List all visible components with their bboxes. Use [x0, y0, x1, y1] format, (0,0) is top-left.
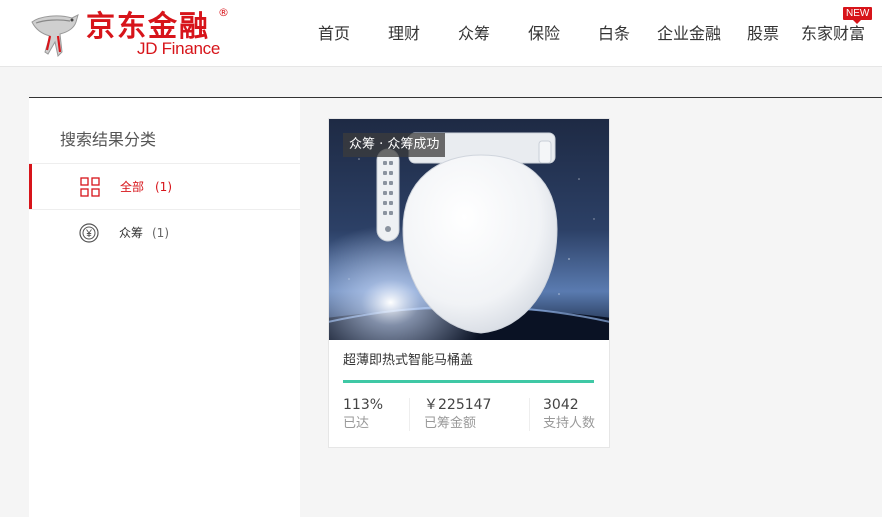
stat-value: 3042: [543, 397, 579, 413]
category-count: (1): [155, 180, 172, 194]
nav-item-stocks[interactable]: 股票: [747, 24, 779, 44]
stat-raised-amount: ￥225147 已筹金额: [424, 396, 491, 433]
stat-label: 已筹金额: [424, 416, 477, 431]
category-item-all[interactable]: 全部 (1): [29, 164, 300, 210]
project-title[interactable]: 超薄即热式智能马桶盖: [343, 352, 473, 370]
nav-item-crowdfunding[interactable]: 众筹: [458, 24, 490, 44]
stat-divider: [409, 398, 410, 431]
sidebar-title: 搜索结果分类: [60, 130, 157, 149]
stat-value: ￥225147: [424, 397, 492, 413]
nav-item-home[interactable]: 首页: [318, 24, 350, 44]
nav-item-enterprise-finance[interactable]: 企业金融: [657, 24, 721, 44]
new-badge: NEW: [843, 7, 873, 24]
product-image[interactable]: 众筹 · 众筹成功: [329, 119, 609, 340]
stat-label: 已达: [343, 416, 370, 431]
stat-label: 支持人数: [543, 416, 596, 431]
project-card[interactable]: 众筹 · 众筹成功 超薄即热式智能马桶盖 113% 已达 ￥225147 已筹金…: [328, 118, 610, 448]
stat-achieved: 113% 已达: [343, 396, 383, 433]
main-nav: 首页 理财 众筹 保险 白条 企业金融 股票 东家财富 NEW: [0, 0, 882, 67]
yen-coin-icon: [79, 223, 99, 243]
project-status-tag: 众筹 · 众筹成功: [343, 133, 446, 157]
site-header: 京东金融 ® JD Finance 首页 理财 众筹 保险 白条 企业金融 股票…: [0, 0, 882, 67]
stat-value: 113%: [343, 397, 384, 413]
nav-item-wealth[interactable]: 理财: [388, 24, 420, 44]
stat-supporters: 3042 支持人数: [543, 396, 595, 433]
nav-item-baitiao[interactable]: 白条: [598, 24, 630, 44]
category-item-crowdfunding[interactable]: 众筹 (1): [29, 210, 300, 256]
category-label: 全部: [120, 180, 145, 194]
category-count: (1): [152, 226, 169, 240]
nav-item-insurance[interactable]: 保险: [528, 24, 560, 44]
nav-item-dongjia-wealth[interactable]: 东家财富: [801, 24, 865, 44]
funding-progress-fill: [343, 380, 594, 383]
category-label: 众筹: [119, 226, 144, 240]
stat-divider: [529, 398, 530, 431]
funding-progress-bar: [343, 380, 594, 383]
grid-icon: [80, 177, 100, 197]
category-sidebar: 搜索结果分类 全部 (1) 众筹 (1): [29, 98, 300, 517]
